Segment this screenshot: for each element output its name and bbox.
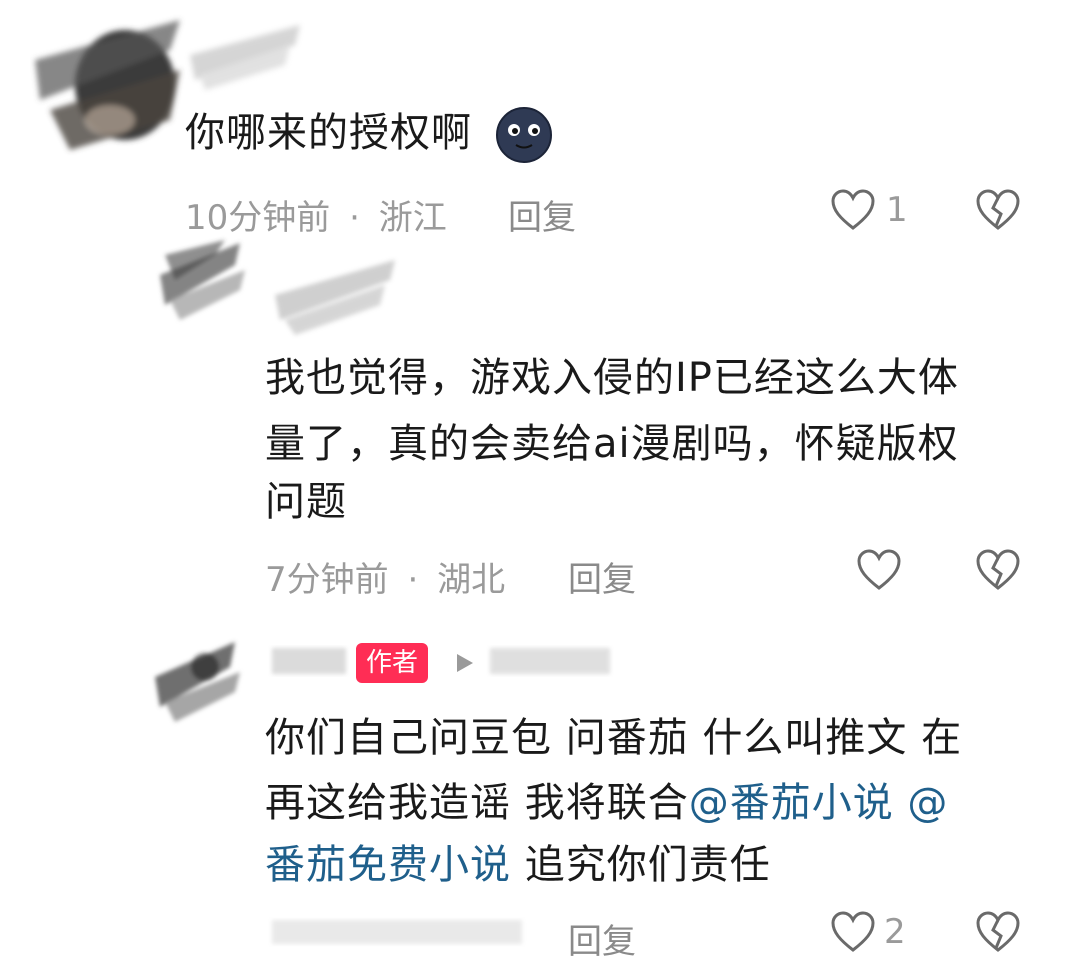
comment-text-line: 问题 (265, 479, 347, 525)
comment-meta: 7分钟前 · 湖北 (265, 552, 505, 601)
comment-text-line: 我也觉得，游戏入侵的IP已经这么大体 (265, 355, 959, 401)
comment-text-line: 番茄免费小说 追究你们责任 (265, 832, 771, 898)
comment-text-segment: 追究你们责任 (511, 842, 771, 888)
comment-text-line: 再这给我造谣 我将联合@番茄小说 @ (265, 770, 948, 836)
heart-icon[interactable] (830, 910, 876, 954)
mention-link[interactable]: 番茄免费小说 (265, 842, 511, 888)
avatar[interactable] (30, 10, 190, 160)
comment-meta: 10分钟前 · 浙江 (185, 190, 447, 239)
comment-text-line: 量了，真的会卖给ai漫剧吗，怀疑版权 (265, 421, 959, 467)
comment-text-line: 你们自己问豆包 问番茄 什么叫推文 在 (265, 715, 963, 761)
username[interactable] (180, 15, 310, 95)
reply-button[interactable]: 回复 (568, 914, 636, 963)
reply-button[interactable]: 回复 (508, 190, 576, 239)
mention-link[interactable]: @番茄小说 @ (689, 780, 949, 826)
username[interactable] (265, 250, 405, 340)
username[interactable] (268, 638, 350, 683)
new-moon-face-icon (496, 107, 552, 163)
like-count: 1 (886, 190, 908, 230)
separator: · (349, 198, 360, 238)
dislike-broken-heart-icon[interactable] (975, 188, 1021, 232)
separator: · (407, 560, 419, 600)
dislike-broken-heart-icon[interactable] (975, 548, 1021, 592)
avatar[interactable] (155, 235, 250, 325)
like-count: 2 (884, 912, 906, 952)
heart-icon[interactable] (830, 188, 876, 232)
dislike-broken-heart-icon[interactable] (975, 910, 1021, 954)
location: 湖北 (437, 560, 506, 600)
avatar[interactable] (150, 632, 245, 727)
timestamp: 7分钟前 (265, 560, 389, 600)
reply-button[interactable]: 回复 (568, 552, 636, 601)
timestamp: 10分钟前 (185, 198, 331, 238)
comment-text: 你哪来的授权啊 (185, 110, 472, 156)
reply-target-username[interactable] (486, 638, 614, 683)
blurred-meta (272, 920, 522, 944)
play-arrow-icon (457, 654, 473, 672)
location: 浙江 (378, 198, 447, 238)
comment-text-segment: 再这给我造谣 我将联合 (265, 780, 689, 826)
heart-icon[interactable] (856, 548, 902, 592)
author-badge: 作者 (356, 643, 429, 683)
